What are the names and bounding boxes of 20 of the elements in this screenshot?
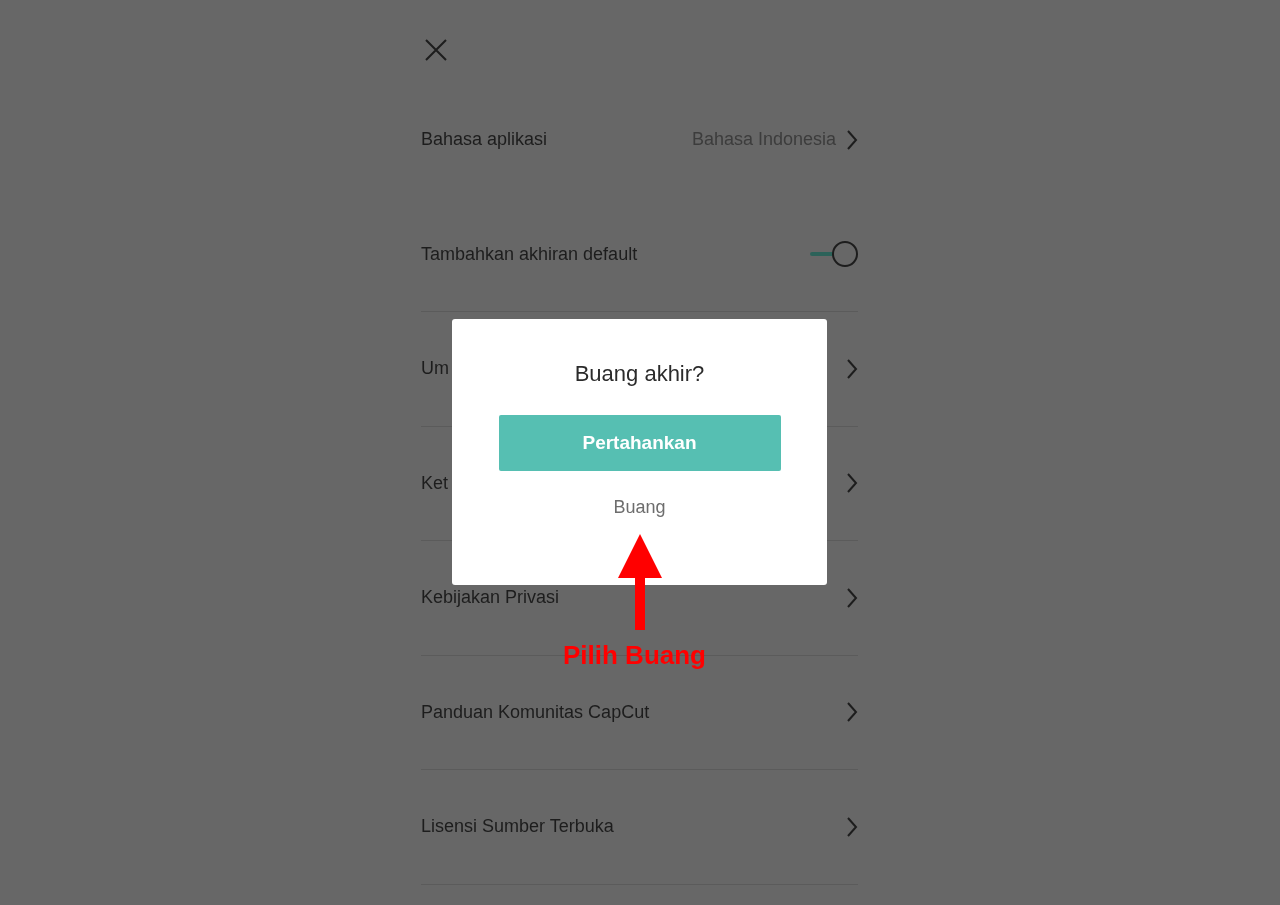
chevron-right-icon xyxy=(846,472,858,495)
row-label: Kebijakan Privasi xyxy=(421,587,560,609)
settings-row[interactable]: Lisensi Sumber Terbuka xyxy=(421,770,858,885)
row-label: Lisensi Sumber Terbuka xyxy=(421,816,614,838)
discard-button[interactable]: Buang xyxy=(607,493,672,522)
row-label: Ket xyxy=(421,472,449,494)
row-label: Bahasa aplikasi xyxy=(421,129,548,151)
row-label: Tambahkan akhiran default xyxy=(421,243,638,265)
keep-button[interactable]: Pertahankan xyxy=(498,415,781,471)
dialog-title: Buang akhir? xyxy=(574,361,705,387)
chevron-right-icon xyxy=(846,701,858,724)
chevron-right-icon xyxy=(846,586,858,609)
close-icon[interactable] xyxy=(424,38,448,62)
chevron-right-icon xyxy=(846,128,858,151)
row-label: Panduan Komunitas CapCut xyxy=(421,701,650,723)
settings-row[interactable]: Tambahkan akhiran default xyxy=(421,197,858,312)
chevron-right-icon xyxy=(846,357,858,380)
toggle-switch[interactable] xyxy=(810,241,858,268)
row-label: Um xyxy=(421,358,449,380)
chevron-right-icon xyxy=(846,815,858,838)
